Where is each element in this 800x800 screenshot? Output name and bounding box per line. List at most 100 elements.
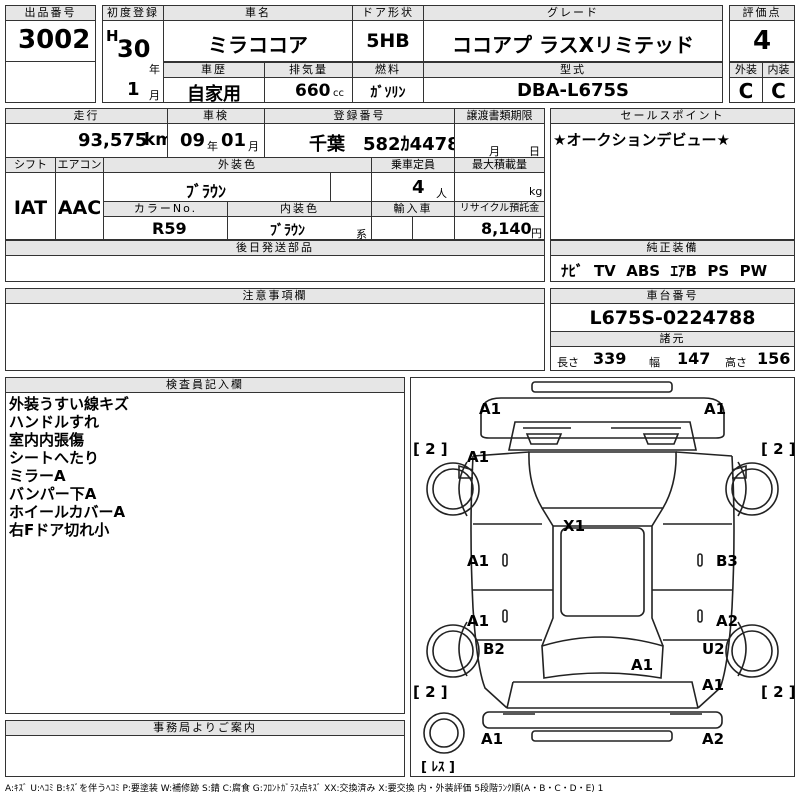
int-score-label: 内装	[762, 62, 795, 78]
door-label: ドア形状	[352, 5, 424, 21]
inspector-note: バンパー下A	[9, 485, 97, 503]
shift-cell: IAT	[5, 172, 56, 240]
inspector-note: ミラーA	[9, 467, 66, 485]
grade-cell: ココアプ ラスXリミテッド	[423, 20, 723, 62]
first-reg-month-unit: 月	[149, 89, 160, 102]
history-label: 車歴	[163, 62, 265, 78]
car-diagram-panel: A1 A1 A1 X1 A1 B3 A1 A2 B2 U2 A1 A1 A1 A…	[410, 377, 796, 777]
chassis-label: 車台番号	[550, 288, 795, 304]
interior-color-unit: 系	[356, 228, 367, 240]
model-label: 型式	[423, 62, 723, 78]
mark-rear-right: A2	[702, 730, 725, 748]
color-no-cell: R59	[103, 216, 228, 240]
exterior-color-value: ﾌﾞﾗｳﾝ	[186, 182, 227, 201]
inspection-year-unit: 年	[207, 140, 218, 153]
mark-rear-door-left: A1	[467, 612, 490, 630]
door-type: 5HB	[366, 30, 410, 52]
import-cell-b	[412, 216, 455, 240]
inspection-label: 車検	[167, 108, 265, 124]
car-name-label: 車名	[163, 5, 353, 21]
model-value: DBA-L675S	[516, 80, 630, 101]
registration-cell: 千葉 582ｶ4478	[264, 123, 455, 158]
later-parts-cell	[5, 255, 545, 282]
length-value: 339	[593, 349, 627, 368]
fuel-value: ｶﾞｿﾘﾝ	[370, 85, 406, 101]
mark-front-door-right: B3	[716, 552, 738, 570]
inspector-note: 右Fドア切れ小	[9, 521, 110, 539]
mark-front-right: A1	[704, 400, 727, 418]
score-label: 評価点	[729, 5, 795, 21]
history-cell: 自家用	[163, 77, 265, 103]
specs-cell: 長さ 339 幅 147 高さ 156	[550, 346, 795, 371]
capacity-unit: 人	[436, 187, 447, 200]
interior-color-label: 内装色	[227, 201, 372, 217]
specs-label: 諸元	[550, 331, 795, 347]
inspector-cell: 外装うすい線キズ ハンドルすれ 室内内張傷 シートへたり ミラーA バンパー下A…	[5, 392, 405, 714]
chassis-value: L675S-0224788	[589, 307, 756, 329]
genuine-equip-value: ﾅﾋﾞ TV ABS ｴｱB PS PW	[561, 262, 768, 280]
inspection-month-unit: 月	[248, 140, 259, 153]
mark-front-left: A1	[479, 400, 502, 418]
inspection-month: 01	[221, 130, 247, 151]
mark-front-door-left: A1	[467, 552, 490, 570]
office-label: 事務局よりご案内	[5, 720, 405, 736]
width-value: 147	[677, 349, 711, 368]
fuel-label: 燃料	[352, 62, 424, 78]
car-name-cell: ミラココア	[163, 20, 353, 62]
tire-mark-rl: [ 2 ]	[413, 683, 448, 701]
inspector-notes: 外装うすい線キズ ハンドルすれ 室内内張傷 シートへたり ミラーA バンパー下A…	[9, 395, 129, 539]
ac-label: エアコン	[55, 157, 104, 173]
model-cell: DBA-L675S	[423, 77, 723, 103]
sales-point-cell: ★オークションデビュー★	[550, 123, 795, 240]
tire-mark-rr: [ 2 ]	[761, 683, 796, 701]
mark-rear-fender-right: U2	[702, 640, 725, 658]
notes-cell	[5, 303, 545, 371]
first-reg-label: 初度登録	[102, 5, 164, 21]
color-no-value: R59	[152, 219, 187, 238]
exterior-color-label: 外装色	[103, 157, 372, 173]
max-load-label: 最大積載量	[454, 157, 545, 173]
score-value: 4	[752, 26, 772, 56]
lot-label: 出品番号	[5, 5, 96, 21]
import-cell-a	[371, 216, 413, 240]
inspector-note: シートへたり	[9, 449, 100, 467]
inspection-cell: 09 年 01 月	[167, 123, 265, 158]
displacement-label: 排気量	[264, 62, 353, 78]
mark-fender-left: A1	[467, 448, 490, 466]
notes-label: 注意事項欄	[5, 288, 545, 304]
genuine-equip-cell: ﾅﾋﾞ TV ABS ｴｱB PS PW	[550, 255, 795, 282]
sales-point-value: ★オークションデビュー★	[553, 131, 730, 149]
car-name: ミラココア	[208, 33, 308, 57]
mark-rear-door-right: A2	[716, 612, 739, 630]
ext-score: C	[738, 79, 754, 103]
displacement-unit: cc	[333, 88, 344, 99]
ext-score-label: 外装	[729, 62, 763, 78]
later-parts-label: 後日発送部品	[5, 240, 545, 256]
int-score-cell: C	[762, 77, 795, 103]
ac-cell: AAC	[55, 172, 104, 240]
displacement-value: 660	[295, 81, 331, 101]
recycle-unit: 円	[531, 227, 542, 240]
inspector-note: ハンドルすれ	[9, 413, 100, 431]
displacement-cell: 660 cc	[264, 77, 353, 103]
fuel-cell: ｶﾞｿﾘﾝ	[352, 77, 424, 103]
recycle-value: 8,140	[481, 219, 532, 238]
registration-value: 千葉 582ｶ4478	[309, 134, 455, 155]
ac-value: AAC	[57, 197, 102, 219]
mark-rear-left: A1	[481, 730, 504, 748]
chassis-cell: L675S-0224788	[550, 303, 795, 332]
inspector-label: 検査員記入欄	[5, 377, 405, 393]
max-load-cell: kg	[454, 172, 545, 202]
lot-cell: 3002	[5, 20, 96, 62]
width-label: 幅	[649, 356, 660, 369]
lot-number: 3002	[18, 25, 91, 55]
tire-mark-fr: [ 2 ]	[761, 440, 796, 458]
tire-mark-fl: [ 2 ]	[413, 440, 448, 458]
history-value: 自家用	[187, 84, 241, 103]
recycle-label: リサイクル預託金	[454, 201, 545, 217]
transfer-cell: 月 日	[454, 123, 545, 158]
transfer-month-unit: 月	[489, 145, 500, 158]
capacity-cell: 4 人	[371, 172, 455, 202]
inspector-note: ホイールカバーA	[9, 503, 126, 521]
inspection-year: 09	[180, 130, 206, 151]
